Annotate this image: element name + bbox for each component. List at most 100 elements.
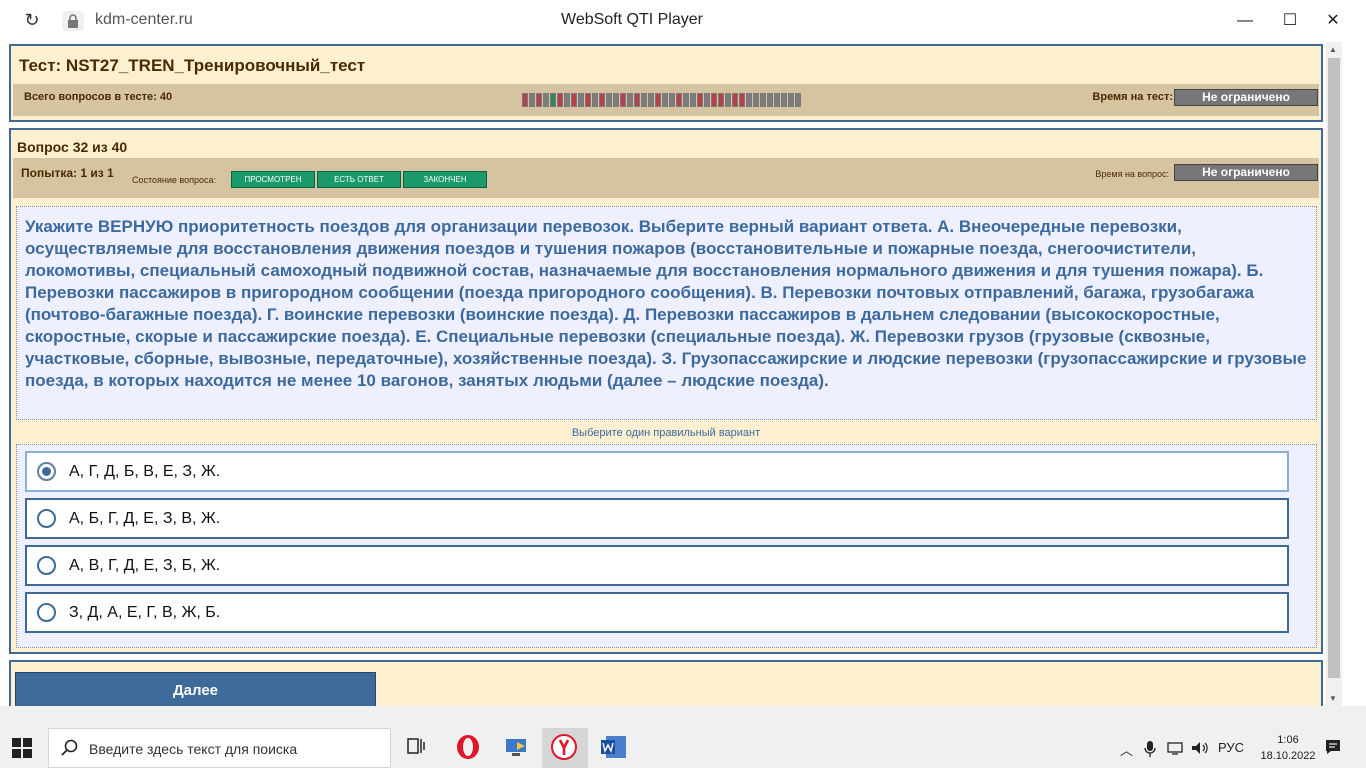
test-time-value: Не ограничено: [1174, 89, 1318, 106]
browser-titlebar: ↻ kdm-center.ru WebSoft QTI Player — ☐ ✕: [0, 0, 1366, 42]
answer-option-3[interactable]: А, В, Г, Д, Е, З, Б, Ж.: [25, 545, 1289, 586]
total-questions-label: Всего вопросов в тесте: 40: [24, 91, 173, 103]
scroll-down-icon[interactable]: ▼: [1329, 694, 1337, 703]
window-title: WebSoft QTI Player: [561, 11, 703, 28]
search-placeholder: Введите здесь текст для поиска: [89, 741, 298, 757]
radio-icon[interactable]: [37, 603, 56, 622]
system-clock[interactable]: 1:06 18.10.2022: [1258, 732, 1318, 764]
question-nav-cell[interactable]: [781, 93, 787, 107]
attempt-label: Попытка: 1 из 1: [21, 166, 114, 180]
question-nav-cell[interactable]: [683, 93, 689, 107]
test-title: Тест: NST27_TREN_Тренировочный_тест: [19, 56, 366, 75]
next-button[interactable]: Далее: [15, 672, 376, 708]
task-view-icon[interactable]: [404, 734, 432, 762]
scroll-up-icon[interactable]: ▲: [1329, 45, 1337, 54]
question-nav-cell[interactable]: [550, 93, 556, 107]
clock-time: 1:06: [1277, 734, 1299, 746]
navigation-panel: Далее: [9, 660, 1323, 708]
question-nav-cell[interactable]: [571, 93, 577, 107]
chevron-up-icon[interactable]: ︿: [1120, 740, 1133, 759]
question-time-value: Не ограничено: [1174, 164, 1318, 181]
close-button[interactable]: ✕: [1318, 8, 1348, 34]
opera-icon[interactable]: [455, 734, 483, 762]
question-nav-cell[interactable]: [788, 93, 794, 107]
state-answered-badge: ЕСТЬ ОТВЕТ: [317, 171, 401, 188]
radio-selected-icon[interactable]: [37, 462, 56, 481]
scrollbar-thumb[interactable]: [1328, 58, 1340, 678]
question-nav-cell[interactable]: [732, 93, 738, 107]
question-nav-cell[interactable]: [557, 93, 563, 107]
answer-option-label: А, Г, Д, Б, В, Е, З, Ж.: [69, 463, 221, 480]
question-nav-cell[interactable]: [627, 93, 633, 107]
question-time-label: Время на вопрос:: [1095, 169, 1169, 179]
question-text-box: Укажите ВЕРНУЮ приоритетность поездов дл…: [16, 206, 1317, 420]
question-nav-cell[interactable]: [739, 93, 745, 107]
question-nav-cell[interactable]: [536, 93, 542, 107]
question-nav-cell[interactable]: [655, 93, 661, 107]
minimize-button[interactable]: —: [1230, 8, 1260, 34]
taskbar: Введите здесь текст для поиска ︿ РУС 1:0…: [0, 728, 1366, 768]
answer-options: А, Г, Д, Б, В, Е, З, Ж. А, Б, Г, Д, Е, З…: [16, 444, 1317, 648]
yandex-browser-icon[interactable]: [551, 734, 579, 762]
answer-option-1[interactable]: А, Г, Д, Б, В, Е, З, Ж.: [25, 451, 1289, 492]
question-nav-cell[interactable]: [529, 93, 535, 107]
notifications-icon[interactable]: [1324, 738, 1342, 759]
question-nav-cell[interactable]: [599, 93, 605, 107]
maximize-button[interactable]: ☐: [1275, 8, 1305, 34]
question-nav-cell[interactable]: [613, 93, 619, 107]
input-language[interactable]: РУС: [1218, 740, 1244, 755]
question-nav-cell[interactable]: [522, 93, 528, 107]
question-nav-cell[interactable]: [704, 93, 710, 107]
question-nav-cell[interactable]: [676, 93, 682, 107]
question-nav-cell[interactable]: [725, 93, 731, 107]
question-nav-cell[interactable]: [697, 93, 703, 107]
question-number: Вопрос 32 из 40: [17, 139, 128, 155]
question-nav-cell[interactable]: [592, 93, 598, 107]
question-nav-cell[interactable]: [774, 93, 780, 107]
test-header-panel: Тест: NST27_TREN_Тренировочный_тест Всег…: [9, 44, 1323, 122]
radio-icon[interactable]: [37, 509, 56, 528]
answer-option-2[interactable]: А, Б, Г, Д, Е, З, В, Ж.: [25, 498, 1289, 539]
question-nav-cell[interactable]: [669, 93, 675, 107]
question-nav-cell[interactable]: [795, 93, 801, 107]
question-nav-cell[interactable]: [620, 93, 626, 107]
radio-icon[interactable]: [37, 556, 56, 575]
state-finished-badge: ЗАКОНЧЕН: [403, 171, 487, 188]
question-nav-cell[interactable]: [690, 93, 696, 107]
question-text: Укажите ВЕРНУЮ приоритетность поездов дл…: [25, 217, 1307, 390]
question-panel: Вопрос 32 из 40 Попытка: 1 из 1 Состояни…: [9, 128, 1323, 654]
question-nav-cell[interactable]: [641, 93, 647, 107]
volume-icon[interactable]: [1191, 740, 1209, 759]
question-info-bar: Попытка: 1 из 1 Состояние вопроса: ПРОСМ…: [13, 158, 1319, 198]
question-nav-cell[interactable]: [543, 93, 549, 107]
answer-option-4[interactable]: З, Д, А, Е, Г, В, Ж, Б.: [25, 592, 1289, 633]
question-nav-cell[interactable]: [585, 93, 591, 107]
network-icon[interactable]: [1166, 740, 1184, 759]
question-nav-cell[interactable]: [648, 93, 654, 107]
question-navigator[interactable]: [522, 93, 802, 107]
answer-hint: Выберите один правильный вариант: [571, 427, 761, 439]
test-time-label: Время на тест:: [1092, 91, 1173, 103]
question-nav-cell[interactable]: [767, 93, 773, 107]
question-nav-cell[interactable]: [753, 93, 759, 107]
computer-app-icon[interactable]: [503, 734, 531, 762]
question-nav-cell[interactable]: [606, 93, 612, 107]
question-nav-cell[interactable]: [760, 93, 766, 107]
question-nav-cell[interactable]: [564, 93, 570, 107]
test-info-bar: Всего вопросов в тесте: 40 Время на тест…: [13, 84, 1319, 116]
microphone-icon[interactable]: [1144, 740, 1156, 761]
question-nav-cell[interactable]: [634, 93, 640, 107]
question-nav-cell[interactable]: [746, 93, 752, 107]
page-scrollbar[interactable]: ▲ ▼: [1326, 42, 1342, 706]
search-icon: [61, 739, 79, 762]
word-icon[interactable]: [600, 734, 628, 762]
question-state-label: Состояние вопроса:: [132, 175, 216, 185]
answer-option-label: З, Д, А, Е, Г, В, Ж, Б.: [69, 604, 221, 621]
answer-option-label: А, Б, Г, Д, Е, З, В, Ж.: [69, 510, 221, 527]
question-nav-cell[interactable]: [718, 93, 724, 107]
question-nav-cell[interactable]: [578, 93, 584, 107]
windows-start-icon[interactable]: [12, 738, 32, 758]
taskbar-search[interactable]: Введите здесь текст для поиска: [48, 728, 391, 768]
question-nav-cell[interactable]: [662, 93, 668, 107]
question-nav-cell[interactable]: [711, 93, 717, 107]
